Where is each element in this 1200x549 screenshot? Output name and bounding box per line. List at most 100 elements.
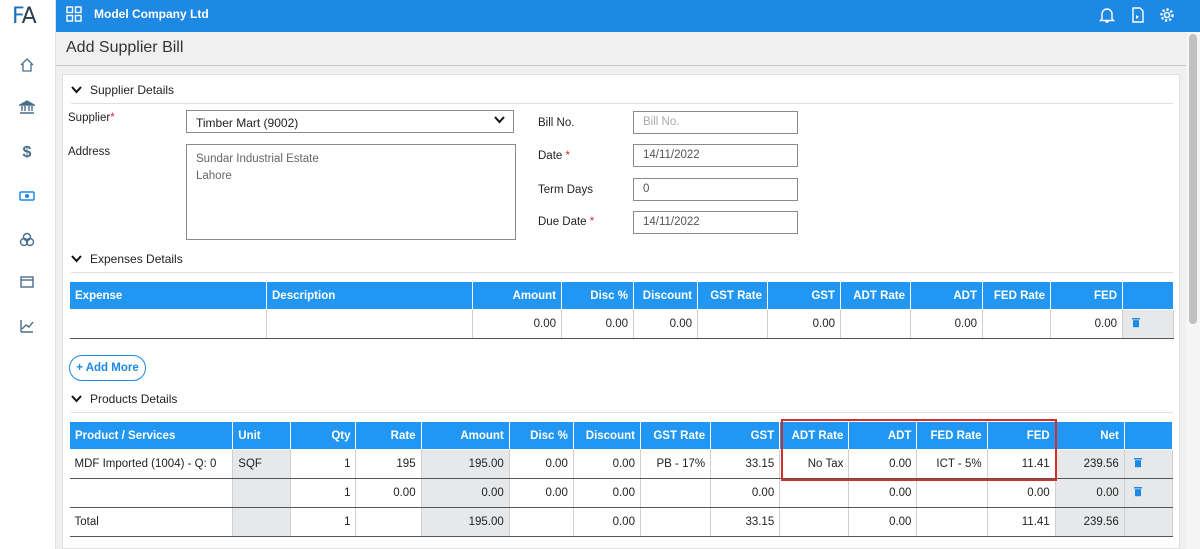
chevron-down-icon [71,86,82,94]
products-section-toggle[interactable]: Products Details [71,392,177,406]
top-bar: Model Company Ltd [56,0,1200,32]
adt-rate-cell[interactable]: No Tax [779,449,850,479]
supplier-select[interactable]: Timber Mart (9002) [186,110,514,133]
col-header: Rate [355,421,422,450]
date-label: Date * [538,150,570,162]
page-scrollbar[interactable] [1186,32,1200,549]
due-date-label: Due Date * [538,216,595,228]
qty-cell[interactable]: 1 [290,449,357,479]
expenses-section-toggle[interactable]: Expenses Details [71,252,183,266]
col-header: Product / Services [68,421,234,450]
window-icon[interactable] [17,272,37,292]
amount-cell[interactable]: 0.00 [472,309,562,339]
page-title: Add Supplier Bill [66,39,184,56]
amount-cell: 195.00 [421,449,510,479]
divider [71,103,1173,104]
fed-cell: 0.00 [987,478,1056,508]
col-header: ADT [848,421,918,450]
home-icon[interactable] [17,55,37,75]
net-cell: 0.00 [1055,478,1125,508]
rate-cell[interactable]: 195 [355,449,422,479]
col-header: FED Rate [916,421,988,450]
disc-pct-cell[interactable]: 0.00 [509,478,574,508]
discount-cell[interactable]: 0.00 [573,478,641,508]
table-row: 0.00 0.00 0.00 0.00 0.00 0.00 [69,309,1174,339]
products-table: Product / Services Unit Qty Rate Amount … [68,421,1174,537]
disc-pct-cell[interactable]: 0.00 [561,309,634,339]
col-header: GST [767,281,841,310]
delete-cell [1124,449,1174,479]
col-header: Description [266,281,473,310]
description-cell[interactable] [266,309,473,339]
col-header: GST Rate [697,281,768,310]
date-input[interactable]: 14/11/2022 [633,144,798,167]
gst-cell: 0.00 [767,309,841,339]
gst-rate-cell[interactable]: PB - 17% [640,449,712,479]
scrollbar-thumb[interactable] [1189,34,1197,324]
adt-rate-cell[interactable] [840,309,911,339]
sidebar: FA $ [0,0,56,549]
col-header: ADT [910,281,983,310]
col-header: GST [710,421,781,450]
col-header: Discount [572,421,641,450]
fed-rate-cell[interactable] [916,478,988,508]
total-gst: 33.15 [710,507,781,537]
address-label: Address [68,146,111,158]
discount-cell[interactable]: 0.00 [573,449,641,479]
company-name: Model Company Ltd [94,7,209,21]
section-title: Products Details [90,392,178,406]
trash-icon[interactable] [1131,317,1141,328]
fed-cell: 11.41 [987,449,1056,479]
col-header: GST Rate [639,421,712,450]
chevron-down-icon [494,116,505,124]
col-header: FED Rate [982,281,1051,310]
gst-cell: 0.00 [710,478,781,508]
gst-rate-cell[interactable] [697,309,768,339]
add-more-button[interactable]: + Add More [69,355,146,381]
adt-rate-cell[interactable] [779,478,850,508]
bell-icon[interactable] [1098,6,1116,27]
due-date-input[interactable]: 14/11/2022 [633,211,798,234]
dollar-icon[interactable]: $ [17,143,37,163]
col-header: Disc % [561,281,634,310]
supplier-label: Supplier* [68,112,115,124]
unit-cell: SQF [232,449,292,479]
divider [71,272,1173,273]
grid-icon[interactable] [66,6,82,25]
fed-rate-cell[interactable]: ICT - 5% [916,449,988,479]
bill-no-label: Bill No. [538,117,575,129]
adt-cell: 0.00 [910,309,983,339]
term-days-input[interactable]: 0 [633,178,798,201]
gear-icon[interactable] [1158,6,1176,27]
rate-cell[interactable]: 0.00 [355,478,422,508]
col-header: FED [1050,281,1123,310]
report-icon[interactable] [1129,6,1147,27]
trash-icon[interactable] [1133,457,1143,468]
app-logo[interactable]: FA [12,4,37,29]
product-cell[interactable] [69,478,234,508]
total-row: Total 1 195.00 0.00 33.15 0.00 11.41 239… [69,507,1174,537]
bank-icon[interactable] [17,97,37,117]
col-header: Discount [633,281,698,310]
expense-cell[interactable] [69,309,267,339]
gst-rate-cell[interactable] [640,478,712,508]
term-days-label: Term Days [538,184,593,196]
coins-icon[interactable] [17,230,37,250]
product-cell[interactable]: MDF Imported (1004) - Q: 0 [69,449,234,479]
adt-cell: 0.00 [848,478,918,508]
address-textarea[interactable]: Sundar Industrial Estate Lahore [186,144,516,240]
trash-icon[interactable] [1133,486,1143,497]
col-header: FED [986,421,1056,450]
fed-rate-cell[interactable] [982,309,1051,339]
amount-cell: 0.00 [421,478,510,508]
disc-pct-cell[interactable]: 0.00 [509,449,574,479]
bill-no-input[interactable]: Bill No. [633,111,798,134]
delete-cell [1124,478,1174,508]
discount-cell[interactable]: 0.00 [633,309,698,339]
qty-cell[interactable]: 1 [290,478,357,508]
chart-icon[interactable] [17,316,37,336]
supplier-section-toggle[interactable]: Supplier Details [71,83,174,97]
delete-cell [1122,309,1174,339]
col-header [1123,421,1174,450]
cash-icon[interactable] [17,186,37,206]
